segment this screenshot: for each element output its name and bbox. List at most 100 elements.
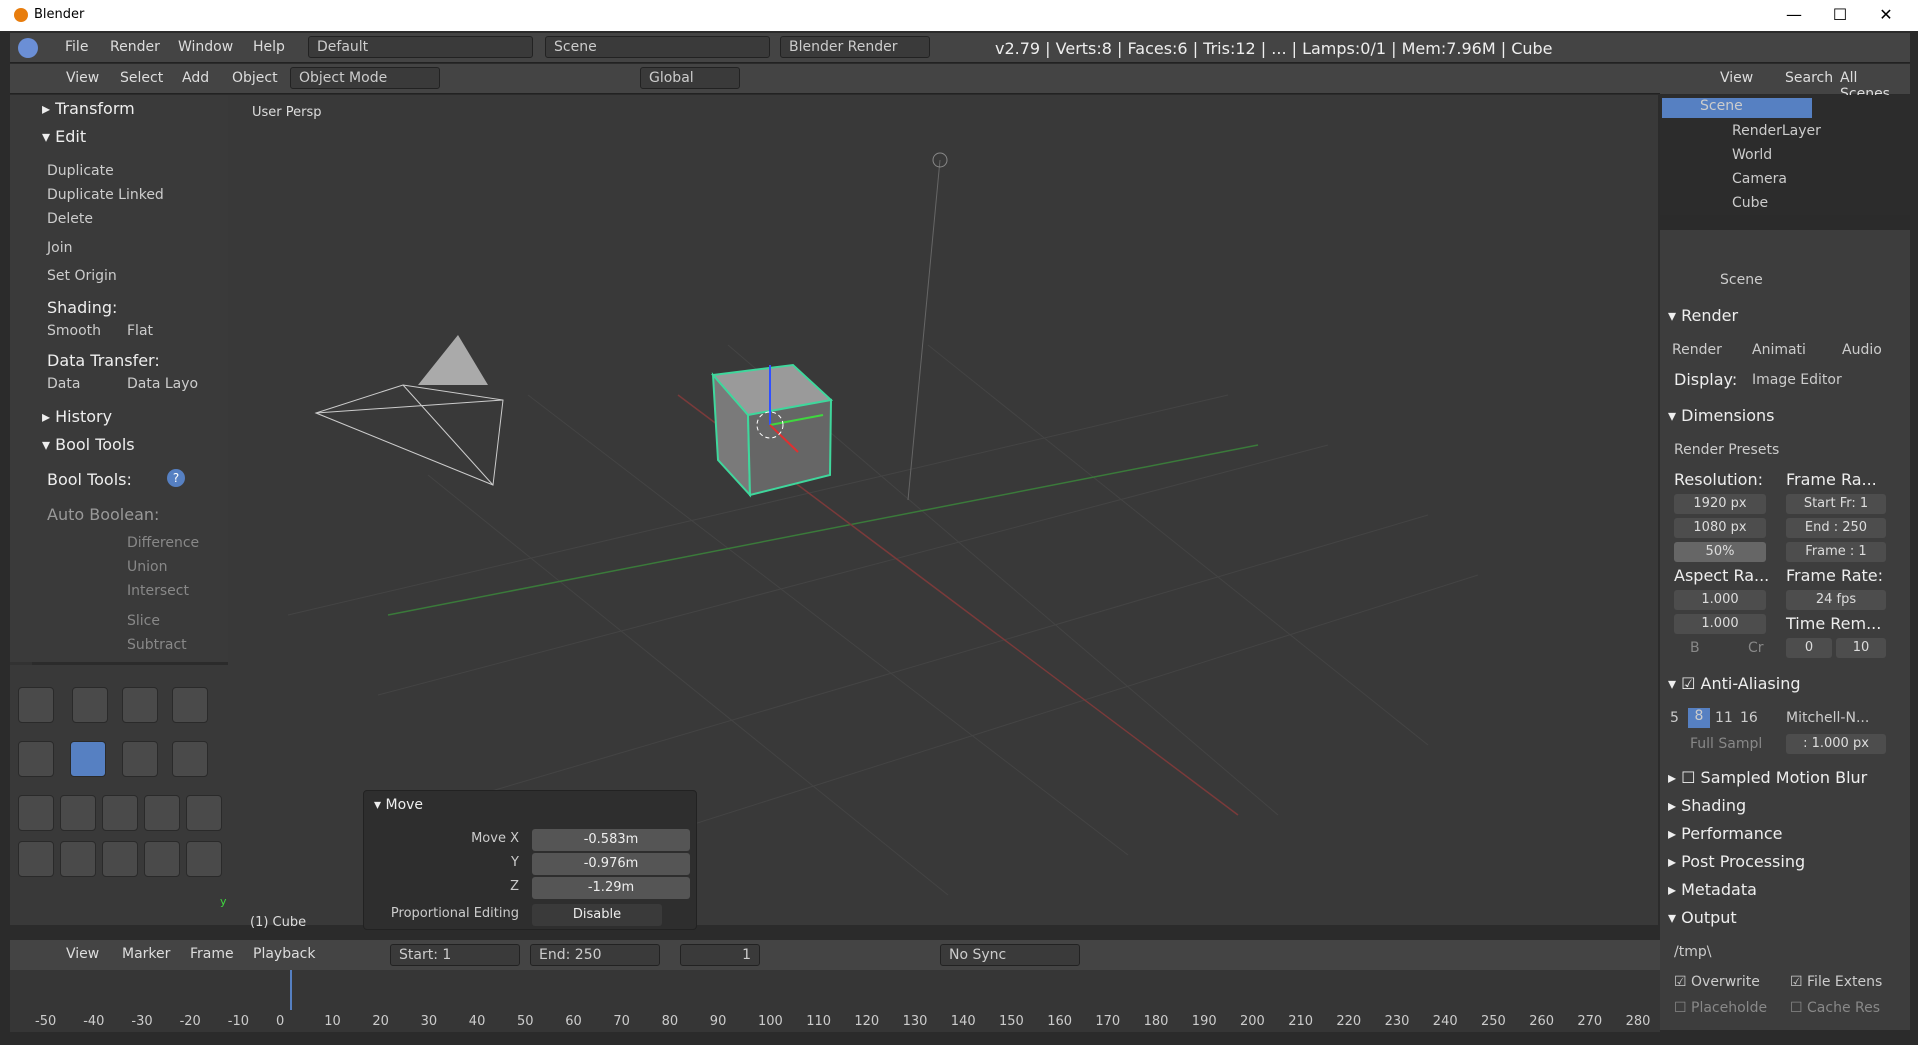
flat-button[interactable]: Flat [127, 323, 153, 339]
scene-selector[interactable]: Scene [545, 36, 770, 58]
full-sample-checkbox[interactable]: Full Sampl [1690, 736, 1762, 752]
aspect-x-field[interactable]: 1.000 [1674, 590, 1766, 610]
outliner-item-scene[interactable]: Scene [1662, 98, 1812, 118]
timeline[interactable]: -50 -40 -30 -20 -10 0 10 20 30 40 50 60 70 80 90 100 110… [10, 970, 1660, 1032]
output-panel-header[interactable]: ▾ Output [1668, 908, 1737, 927]
shading-panel-header[interactable]: ▸ Shading [1668, 796, 1746, 815]
placeholders-checkbox[interactable]: ☐ Placeholde [1674, 1000, 1767, 1016]
cursor-tool-icon[interactable] [18, 687, 54, 723]
timeline-playback-menu[interactable]: Playback [253, 946, 315, 962]
playhead[interactable] [290, 970, 292, 1010]
knife-tool-icon[interactable] [172, 741, 208, 777]
smooth-button[interactable]: Smooth [47, 323, 101, 339]
border-checkbox[interactable]: B [1690, 640, 1700, 656]
audio-button[interactable]: Audio [1842, 342, 1882, 358]
menu-object[interactable]: Object [232, 70, 278, 86]
sphere-tool-icon[interactable] [102, 795, 138, 831]
aa-samples-8[interactable]: 8 [1688, 708, 1710, 728]
scale-tool-icon[interactable] [122, 687, 158, 723]
menu-help[interactable]: Help [253, 39, 285, 55]
data-layo-button[interactable]: Data Layo [127, 376, 198, 392]
menu-render[interactable]: Render [110, 39, 160, 55]
camera-icon[interactable] [314, 335, 504, 486]
outliner-item-renderlayer[interactable]: RenderLayer [1732, 123, 1821, 139]
outliner-item-camera[interactable]: Camera [1732, 171, 1787, 187]
performance-panel-header[interactable]: ▸ Performance [1668, 824, 1783, 843]
render-presets-select[interactable]: Render Presets [1674, 442, 1779, 458]
maximize-button[interactable]: ☐ [1818, 2, 1862, 28]
info-editor-icon[interactable] [18, 38, 38, 58]
proportional-editing-select[interactable]: Disable [532, 904, 662, 926]
move-panel-header[interactable]: ▾ Move [374, 797, 423, 813]
resolution-pct-field[interactable]: 50% [1674, 542, 1766, 562]
metadata-panel-header[interactable]: ▸ Metadata [1668, 880, 1757, 899]
measure-tool-icon[interactable] [172, 687, 208, 723]
bisect-tool-icon[interactable] [18, 795, 54, 831]
duplicate-button[interactable]: Duplicate [47, 163, 114, 179]
current-frame-input[interactable]: 1 [680, 944, 760, 966]
start-frame-field[interactable]: Start Fr: 1 [1786, 494, 1886, 514]
crop-checkbox[interactable]: Cr [1748, 640, 1764, 656]
history-panel-header[interactable]: ▸ History [42, 407, 112, 426]
start-frame-input[interactable]: Start: 1 [390, 944, 520, 966]
menu-file[interactable]: File [65, 39, 88, 55]
cube-object[interactable] [711, 363, 834, 498]
bevel-tool-icon[interactable] [186, 841, 222, 877]
end-frame-field[interactable]: End : 250 [1786, 518, 1886, 538]
slice-button[interactable]: Slice [127, 613, 160, 629]
help-icon[interactable]: ? [167, 469, 185, 487]
filter-size-field[interactable]: : 1.000 px [1786, 734, 1886, 754]
subtract-button[interactable]: Subtract [127, 637, 187, 653]
set-origin-button[interactable]: Set Origin [47, 268, 117, 284]
mode-select[interactable]: Object Mode [290, 67, 440, 89]
difference-button[interactable]: Difference [127, 535, 199, 551]
render-panel-header[interactable]: ▾ Render [1668, 306, 1738, 325]
overwrite-checkbox[interactable]: ☑ Overwrite [1674, 974, 1760, 990]
dimensions-panel-header[interactable]: ▾ Dimensions [1668, 406, 1775, 425]
intersect-button[interactable]: Intersect [127, 583, 189, 599]
end-frame-input[interactable]: End: 250 [530, 944, 660, 966]
close-window-button[interactable]: ✕ [1864, 2, 1908, 28]
snap-tool-icon[interactable] [144, 795, 180, 831]
layout-selector[interactable]: Default [308, 36, 533, 58]
menu-select[interactable]: Select [120, 70, 163, 86]
render-button[interactable]: Render [1672, 342, 1722, 358]
transform-panel-header[interactable]: ▸ Transform [42, 99, 135, 118]
spin-tool-icon[interactable] [102, 841, 138, 877]
cube-add-icon[interactable] [18, 841, 54, 877]
loopcut-tool-icon[interactable] [144, 841, 180, 877]
aa-samples-11[interactable]: 11 [1715, 710, 1733, 726]
outliner-item-cube[interactable]: Cube [1732, 195, 1768, 211]
output-path-field[interactable]: /tmp\ [1674, 944, 1711, 960]
transform-tool-icon[interactable] [70, 741, 106, 777]
extrude-tool-icon[interactable] [60, 795, 96, 831]
antialiasing-panel-header[interactable]: ▾ ☑ Anti-Aliasing [1668, 674, 1801, 693]
move-tool-icon[interactable] [72, 687, 108, 723]
duplicate-linked-button[interactable]: Duplicate Linked [47, 187, 164, 203]
union-button[interactable]: Union [127, 559, 167, 575]
orientation-select[interactable]: Global [640, 67, 740, 89]
resolution-y-field[interactable]: 1080 px [1674, 518, 1766, 538]
rotate-tool-icon[interactable] [122, 741, 158, 777]
outliner-view-menu[interactable]: View [1720, 70, 1753, 86]
delete-button[interactable]: Delete [47, 211, 93, 227]
edit-panel-header[interactable]: ▾ Edit [42, 127, 86, 146]
bool-tools-panel-header[interactable]: ▾ Bool Tools [42, 435, 135, 454]
timeline-marker-menu[interactable]: Marker [122, 946, 170, 962]
time-remap-new[interactable]: 10 [1836, 638, 1886, 658]
cache-result-checkbox[interactable]: ☐ Cache Res [1790, 1000, 1880, 1016]
move-z-field[interactable]: -1.29m [532, 877, 690, 899]
time-remap-old[interactable]: 0 [1786, 638, 1832, 658]
outliner-search-menu[interactable]: Search [1785, 70, 1833, 86]
move-x-field[interactable]: -0.583m [532, 829, 690, 851]
shear-tool-icon[interactable] [186, 795, 222, 831]
resolution-x-field[interactable]: 1920 px [1674, 494, 1766, 514]
outliner-item-world[interactable]: World [1732, 147, 1772, 163]
frame-step-field[interactable]: Frame : 1 [1786, 542, 1886, 562]
animation-button[interactable]: Animati [1752, 342, 1806, 358]
menu-view[interactable]: View [66, 70, 99, 86]
aa-samples-16[interactable]: 16 [1740, 710, 1758, 726]
aa-samples-5[interactable]: 5 [1670, 710, 1679, 726]
join-button[interactable]: Join [47, 240, 72, 256]
annotate-tool-icon[interactable] [18, 741, 54, 777]
